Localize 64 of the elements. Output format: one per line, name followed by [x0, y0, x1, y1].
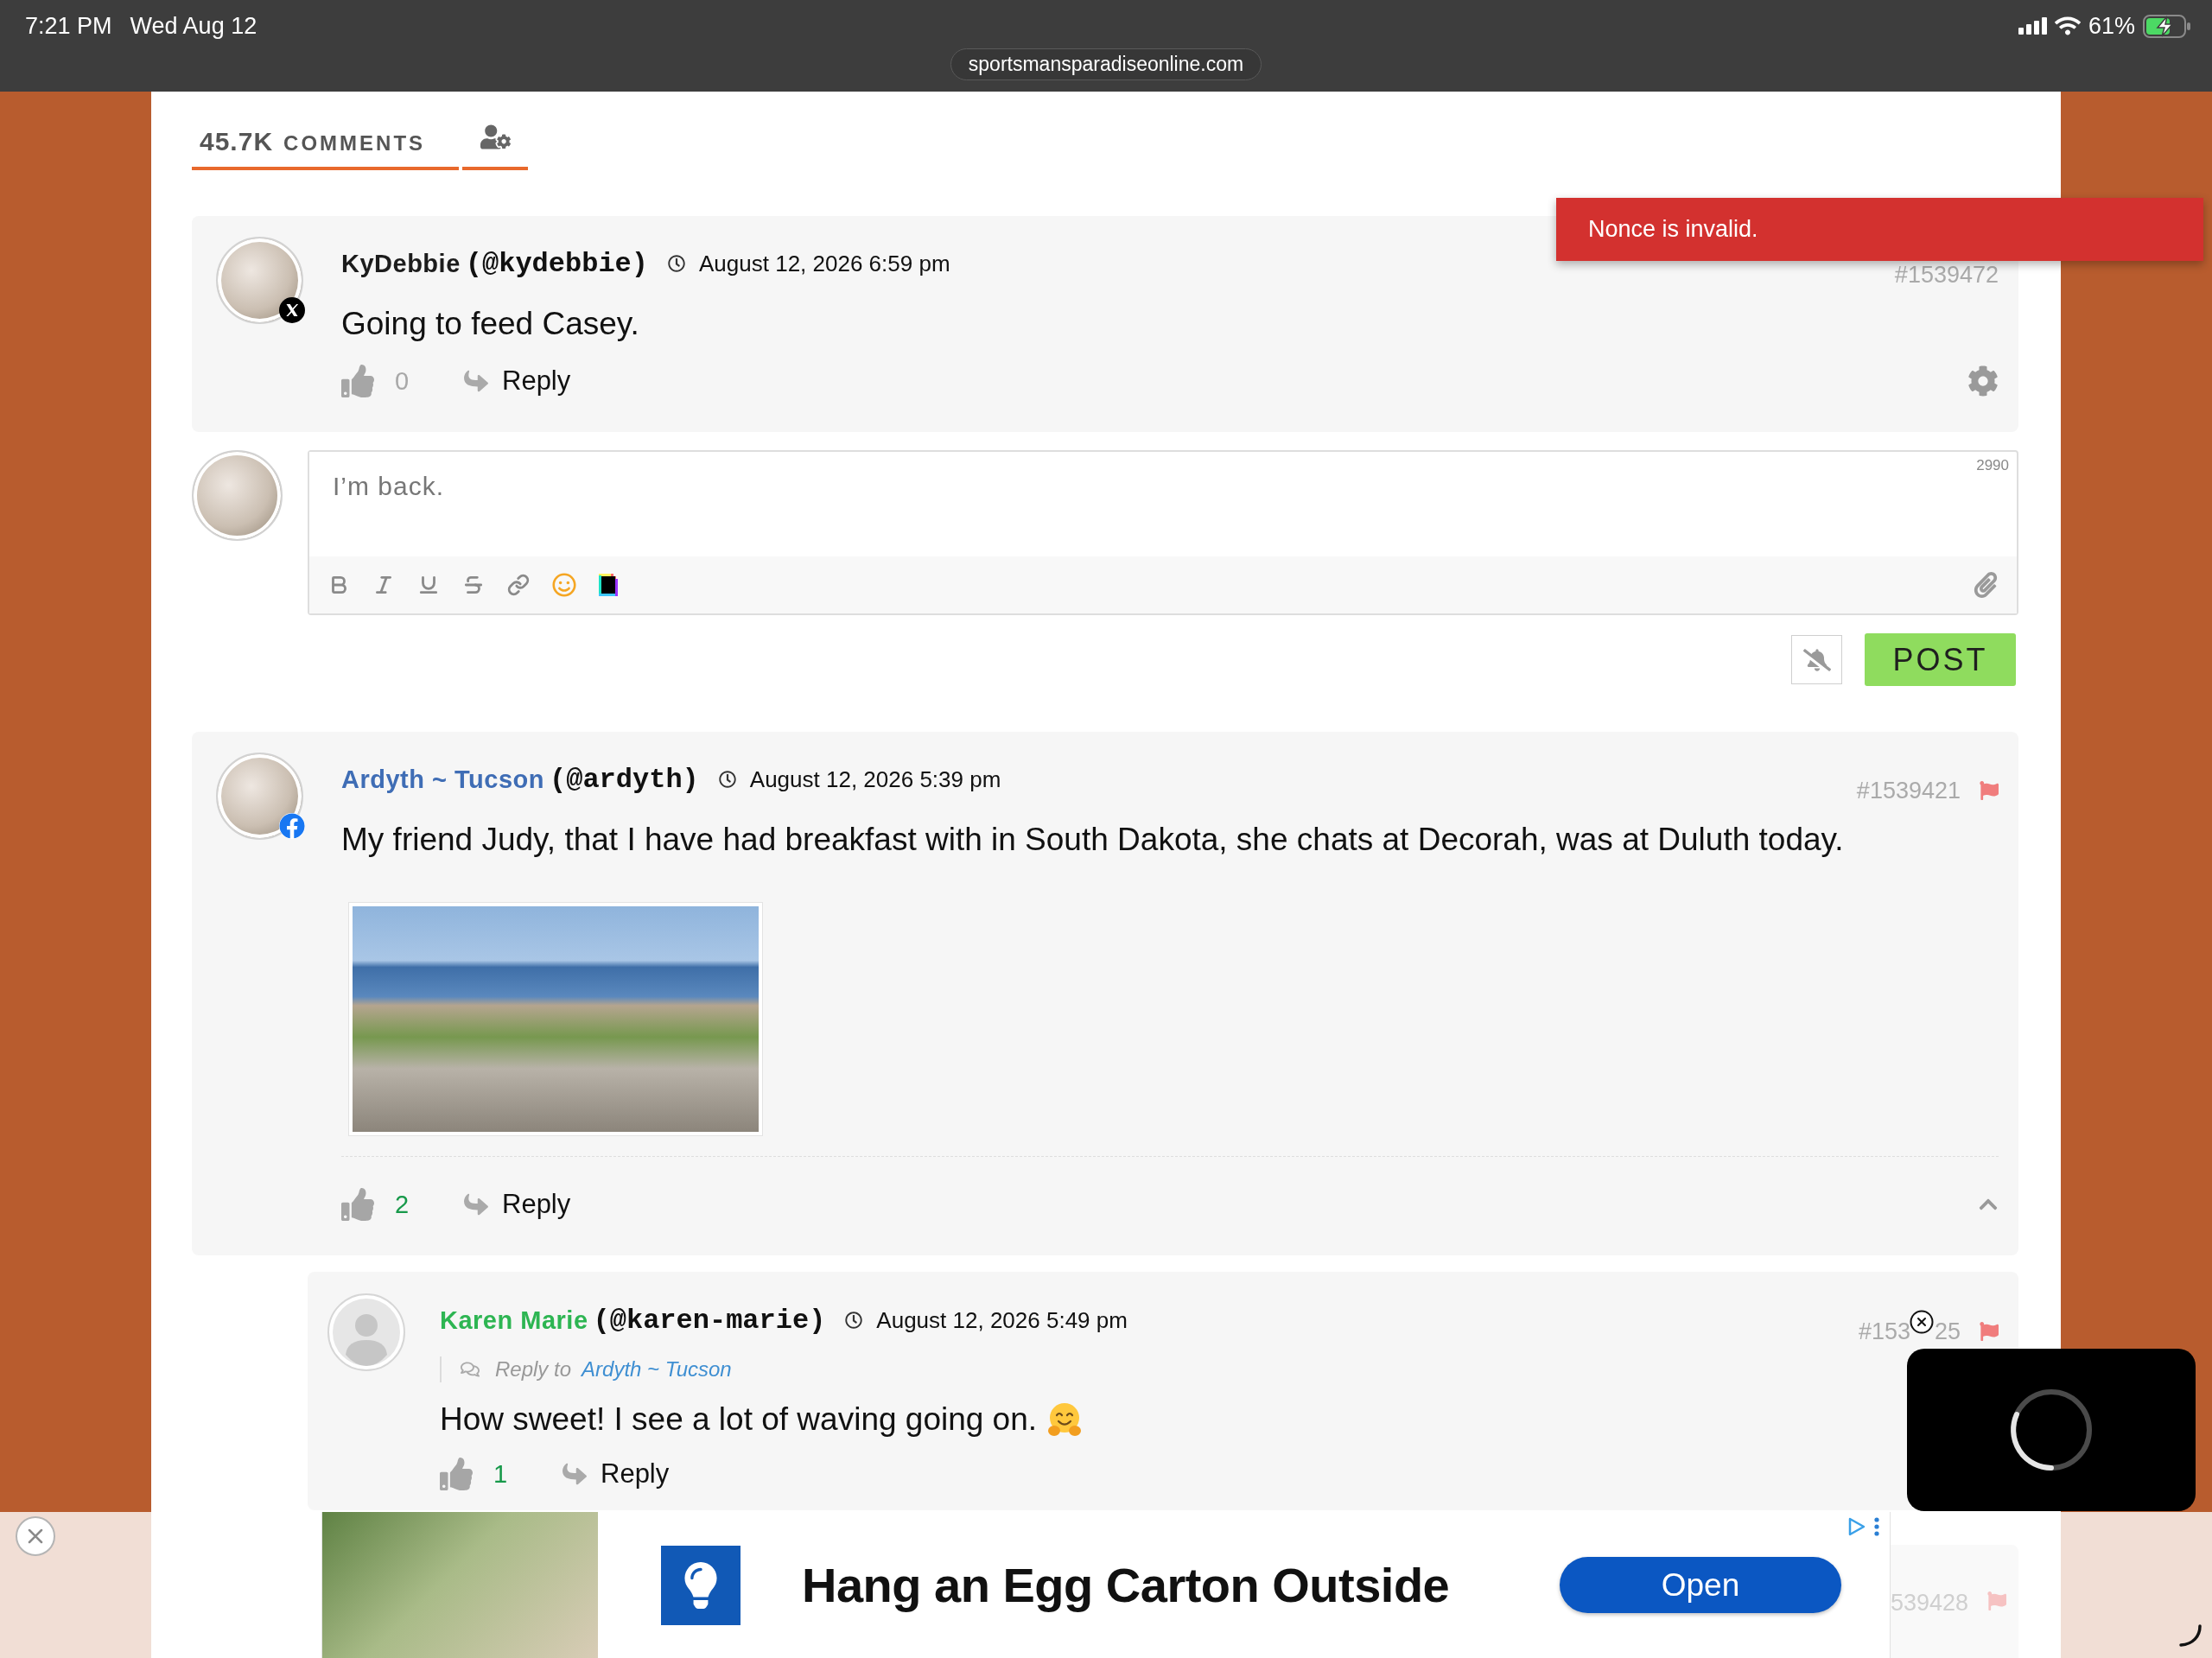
- comment-text: How sweet! I see a lot of waving going on.: [440, 1401, 1038, 1439]
- reply-arrow-icon: [464, 369, 488, 393]
- reply-button[interactable]: Reply: [464, 1189, 571, 1220]
- close-icon[interactable]: [1910, 1310, 1934, 1334]
- comment-date: August 12, 2026 6:59 pm: [699, 250, 950, 277]
- reply-button[interactable]: Reply: [464, 365, 571, 397]
- notification-button[interactable]: [1791, 635, 1842, 684]
- link-icon[interactable]: [507, 574, 530, 596]
- clock-icon: [718, 771, 736, 788]
- strikethrough-icon[interactable]: [462, 574, 485, 596]
- author-handle: (@karen-marie): [593, 1304, 826, 1337]
- comment-text: My friend Judy, that I have had breakfast with in South Dakota, she chats at Decorah, was at Duluth today.: [341, 821, 1844, 859]
- loading-spinner-icon: [2010, 1388, 2093, 1471]
- vote-count: 2: [395, 1190, 410, 1219]
- loading-arc-icon: [2179, 1624, 2202, 1647]
- author-name[interactable]: Ardyth ~ Tucson: [341, 765, 544, 794]
- comment-id: 25: [1934, 1319, 1961, 1344]
- open-button[interactable]: Open: [1560, 1557, 1841, 1613]
- thumbs-up-icon[interactable]: [341, 1188, 374, 1221]
- reply-arrow-icon: [563, 1462, 587, 1486]
- comment-date: August 12, 2026 5:49 pm: [876, 1306, 1128, 1334]
- ad-headline: Hang an Egg Carton Outside: [802, 1557, 1450, 1613]
- more-options-icon[interactable]: [1874, 1517, 1879, 1536]
- address-bar[interactable]: sportsmansparadiseonline.com: [950, 48, 1262, 80]
- smiley-icon[interactable]: [552, 573, 576, 597]
- thumbs-up-icon[interactable]: [341, 365, 374, 397]
- signal-icon: [2018, 17, 2047, 35]
- document-icon[interactable]: [599, 574, 618, 596]
- x-badge-icon: [279, 297, 305, 323]
- battery-charging-icon: [2143, 14, 2191, 38]
- comments-icon: [461, 1360, 480, 1379]
- author-handle: (@kydebbie): [465, 247, 648, 280]
- settings-icon[interactable]: [1967, 365, 1999, 397]
- play-triangle-icon[interactable]: [1848, 1517, 1866, 1536]
- flag-icon[interactable]: [1980, 1322, 1999, 1341]
- thumbs-up-icon[interactable]: [440, 1458, 473, 1490]
- status-date: Wed Aug 12: [130, 12, 257, 40]
- battery-percent: 61%: [2088, 12, 2135, 40]
- underline-icon[interactable]: [417, 574, 440, 596]
- clock-icon: [845, 1312, 863, 1329]
- comments-count-tab[interactable]: 45.7K COMMENTS: [192, 92, 459, 170]
- vote-count: 1: [493, 1459, 509, 1489]
- paperclip-icon[interactable]: [1973, 572, 1999, 598]
- facebook-badge-icon: [279, 813, 305, 839]
- flag-icon[interactable]: [1987, 1591, 2007, 1610]
- reply-arrow-icon: [464, 1192, 488, 1217]
- character-counter: 2990: [1976, 457, 2009, 474]
- comment-id: #1539472: [1894, 263, 1999, 287]
- author-name[interactable]: KyDebbie: [341, 249, 461, 278]
- error-toast: Nonce is invalid.: [1556, 198, 2203, 261]
- clock-icon: [668, 255, 685, 272]
- status-time: 7:21 PM: [25, 12, 112, 40]
- comment-text: Going to feed Casey.: [341, 305, 639, 343]
- post-button[interactable]: POST: [1865, 633, 2016, 686]
- reply-button[interactable]: Reply: [563, 1458, 670, 1490]
- comment-date: August 12, 2026 5:39 pm: [749, 765, 1001, 793]
- author-handle: (@ardyth): [549, 763, 699, 796]
- vote-count: 0: [395, 366, 410, 396]
- lightbulb-icon: [661, 1545, 741, 1625]
- default-avatar-icon: [327, 1293, 405, 1371]
- flag-icon[interactable]: [1980, 781, 1999, 800]
- comment-id: #1539421: [1856, 778, 1961, 803]
- comment-id: #153: [1858, 1319, 1910, 1344]
- reply-to-label: Reply to: [495, 1357, 572, 1382]
